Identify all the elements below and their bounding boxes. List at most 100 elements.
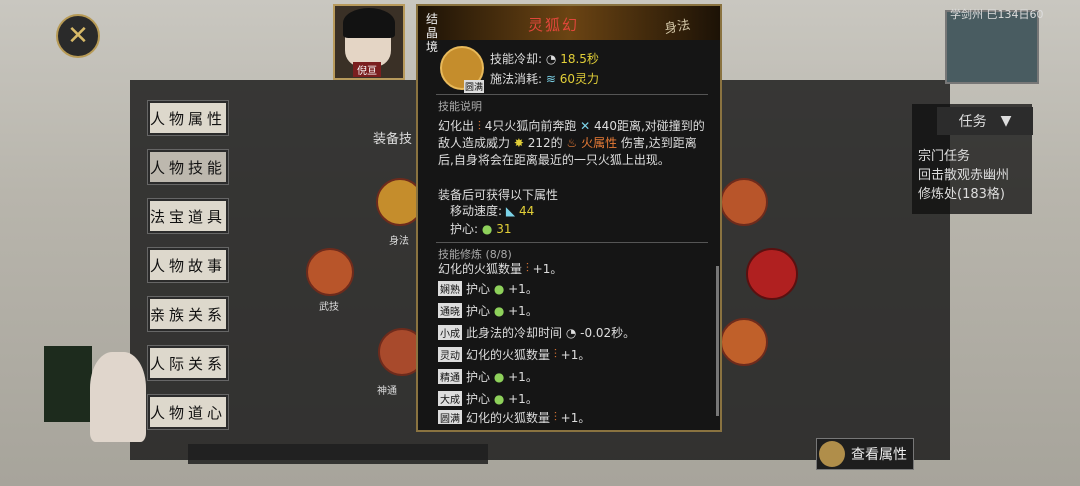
desc-text: 212的 bbox=[527, 136, 563, 150]
cultivation-value: +1。 bbox=[508, 370, 538, 384]
cultivation-text: 护心 bbox=[466, 370, 491, 384]
cultivation-tag: 灵动 bbox=[438, 347, 462, 362]
cultivation-text: 幻化的火狐数量 bbox=[438, 262, 523, 276]
task-button-label: 任务 bbox=[958, 114, 987, 130]
description-title: 技能说明 bbox=[438, 100, 482, 113]
heart-shield-icon: ● bbox=[490, 391, 509, 406]
chevron-down-icon: ▼ bbox=[1000, 113, 1012, 129]
character-icon bbox=[819, 441, 845, 467]
clock-icon: ◔ bbox=[562, 325, 581, 340]
cultivation-value: +1。 bbox=[560, 410, 591, 425]
menu-dao-heart[interactable]: 人物道心 bbox=[148, 395, 228, 429]
heart-shield-icon: ● bbox=[481, 222, 493, 236]
cost-label: 施法消耗: bbox=[490, 72, 543, 86]
spirit-icon: ≋ bbox=[545, 72, 556, 86]
cultivation-line: 大成 护心 ● +1。 bbox=[438, 390, 538, 407]
cultivation-line: 圆满 幻化的火狐数量 ⫶ +1。 bbox=[438, 410, 590, 424]
cultivation-line: 幻化的火狐数量 ⫶ +1。 bbox=[438, 260, 562, 277]
task-item[interactable]: 修炼处(183格) bbox=[918, 183, 1005, 202]
cultivation-line: 精通 护心 ● +1。 bbox=[438, 368, 538, 385]
fox-count-icon: ⫶ bbox=[477, 119, 481, 133]
close-icon: ✕ bbox=[67, 21, 89, 51]
cultivation-tag: 大成 bbox=[438, 391, 462, 406]
cultivation-tag: 娴熟 bbox=[438, 281, 462, 296]
cultivation-value: -0.02秒。 bbox=[580, 326, 636, 340]
menu-family-relations[interactable]: 亲族关系 bbox=[148, 297, 228, 331]
status-list bbox=[44, 346, 92, 422]
distance-icon: ✕ bbox=[580, 119, 591, 133]
cultivation-text: 护心 bbox=[466, 304, 491, 318]
cultivation-text: 护心 bbox=[466, 282, 491, 296]
task-item[interactable]: 宗门任务 bbox=[918, 145, 970, 164]
skill-slot-icon[interactable] bbox=[720, 178, 768, 226]
skill-slot-icon[interactable] bbox=[720, 318, 768, 366]
equip-title: 装备技 bbox=[373, 132, 413, 147]
cultivation-line: 娴熟 护心 ● +1。 bbox=[438, 280, 538, 297]
hair bbox=[343, 8, 395, 38]
menu-character-story[interactable]: 人物故事 bbox=[148, 248, 228, 282]
cultivation-line: 通晓 护心 ● +1。 bbox=[438, 302, 538, 319]
cultivation-value: +1。 bbox=[508, 304, 538, 318]
cultivation-tag: 通晓 bbox=[438, 303, 462, 318]
cultivation-value: +1。 bbox=[560, 348, 591, 362]
cultivation-tag: 精通 bbox=[438, 369, 462, 384]
desc-text: 4只火狐向前奔跑 bbox=[484, 119, 577, 133]
clock-icon: ◔ bbox=[545, 52, 557, 66]
scrollbar[interactable] bbox=[716, 266, 719, 416]
cooldown-value: 18.5秒 bbox=[560, 52, 599, 66]
cultivation-text: 幻化的火狐数量 bbox=[466, 348, 551, 362]
character-portrait[interactable]: 倪亘 bbox=[333, 4, 405, 80]
fox-count-icon: ⫶ bbox=[550, 410, 561, 424]
fire-attribute-text: 火属性 bbox=[581, 136, 618, 150]
move-speed-value: 44 bbox=[518, 204, 535, 218]
skill-level-badge: 圆满 bbox=[464, 80, 485, 93]
cultivation-value: +1。 bbox=[508, 392, 538, 406]
skill-label-divine: 神通 bbox=[377, 386, 397, 397]
cultivation-tag: 圆满 bbox=[438, 410, 462, 424]
close-button[interactable]: ✕ bbox=[56, 14, 100, 58]
bottom-status-bar bbox=[188, 444, 488, 464]
skill-slot-icon[interactable] bbox=[746, 248, 798, 300]
menu-treasures[interactable]: 法宝道具 bbox=[148, 199, 228, 233]
character-name: 倪亘 bbox=[353, 62, 381, 77]
heart-shield-icon: ● bbox=[490, 281, 509, 296]
menu-character-skills[interactable]: 人物技能 bbox=[148, 150, 228, 184]
cultivation-value: +1。 bbox=[508, 282, 538, 296]
move-speed-label: 移动速度: bbox=[450, 204, 503, 218]
cultivation-text: 幻化的火狐数量 bbox=[466, 410, 551, 425]
cultivation-text: 护心 bbox=[466, 392, 491, 406]
desc-text: 幻化出 bbox=[438, 119, 475, 133]
skill-label-movement: 身法 bbox=[389, 236, 409, 247]
skill-description: 幻化出 ⫶ 4只火狐向前奔跑 ✕ 440距离,对碰撞到的敌人造成威力 ✸ 212… bbox=[438, 118, 706, 169]
cultivation-line: 小成 此身法的冷却时间 ◔ -0.02秒。 bbox=[438, 324, 635, 341]
staff-icon[interactable] bbox=[306, 248, 354, 296]
cultivation-text: 此身法的冷却时间 bbox=[466, 326, 563, 340]
skill-title: 灵狐幻 bbox=[528, 16, 580, 34]
menu-social-relations[interactable]: 人际关系 bbox=[148, 346, 228, 380]
divider bbox=[436, 242, 708, 243]
cultivation-value: +1。 bbox=[532, 262, 563, 276]
cooldown-label: 技能冷却: bbox=[490, 52, 543, 66]
boot-icon: ◣ bbox=[505, 204, 516, 218]
skill-tooltip: 结晶境 灵狐幻 身法 圆满 技能冷却: ◔ 18.5秒 施法消耗: ≋ 60灵力… bbox=[416, 4, 722, 432]
player-avatar[interactable] bbox=[90, 352, 146, 442]
skill-label-martial: 武技 bbox=[319, 302, 339, 313]
guard-label: 护心: bbox=[450, 222, 479, 236]
menu-character-attributes[interactable]: 人物属性 bbox=[148, 101, 228, 135]
realm-label: 结晶境 bbox=[426, 12, 439, 54]
equip-bonus-title: 装备后可获得以下属性 bbox=[438, 188, 559, 202]
divider bbox=[436, 94, 708, 95]
fox-count-icon: ⫶ bbox=[522, 261, 533, 275]
heart-shield-icon: ● bbox=[490, 303, 509, 318]
view-attributes-label: 查看属性 bbox=[851, 447, 907, 463]
cultivation-line: 灵动 幻化的火狐数量 ⫶ +1。 bbox=[438, 346, 590, 363]
fire-icon: ♨ bbox=[566, 136, 578, 150]
task-button[interactable]: 任务 ▼ bbox=[937, 107, 1033, 135]
heart-shield-icon: ● bbox=[490, 369, 509, 384]
guard-value: 31 bbox=[496, 222, 512, 236]
cultivation-tag: 小成 bbox=[438, 325, 462, 340]
power-icon: ✸ bbox=[513, 136, 524, 150]
view-attributes-button[interactable]: 查看属性 bbox=[816, 438, 914, 470]
task-item[interactable]: 回击散观赤幽州 bbox=[918, 164, 1009, 183]
cost-value: 60灵力 bbox=[559, 72, 600, 86]
